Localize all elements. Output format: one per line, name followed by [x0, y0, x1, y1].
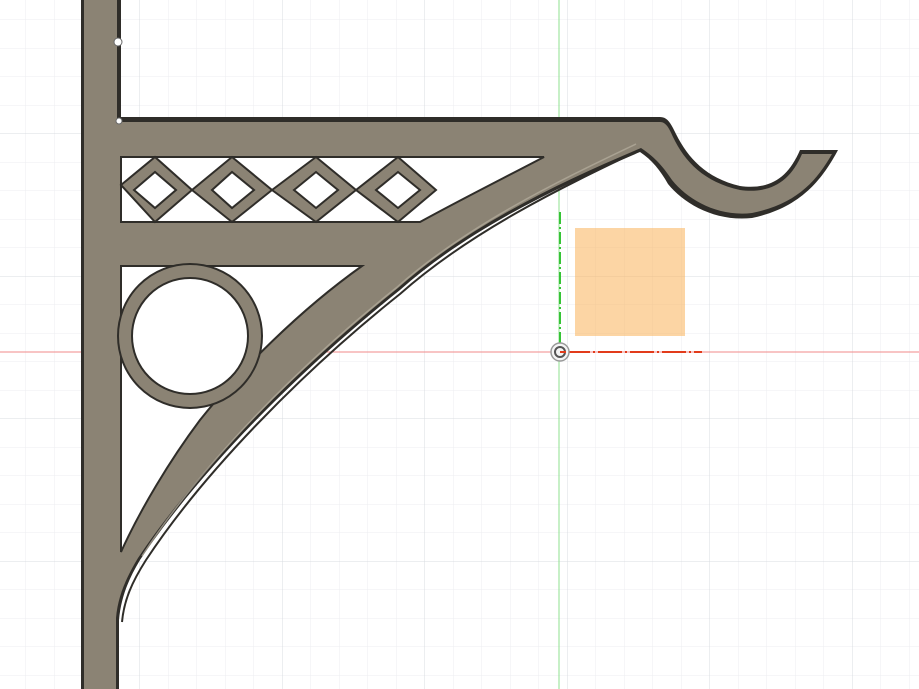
corner-vertex-icon[interactable] [115, 117, 123, 125]
canvas-svg[interactable] [0, 0, 919, 689]
sketch-profile[interactable] [575, 228, 685, 336]
origin-point-icon[interactable] [550, 342, 570, 362]
design-canvas[interactable] [0, 0, 919, 689]
ring-ornament [117, 263, 263, 409]
vertex-point-icon[interactable] [113, 37, 123, 47]
